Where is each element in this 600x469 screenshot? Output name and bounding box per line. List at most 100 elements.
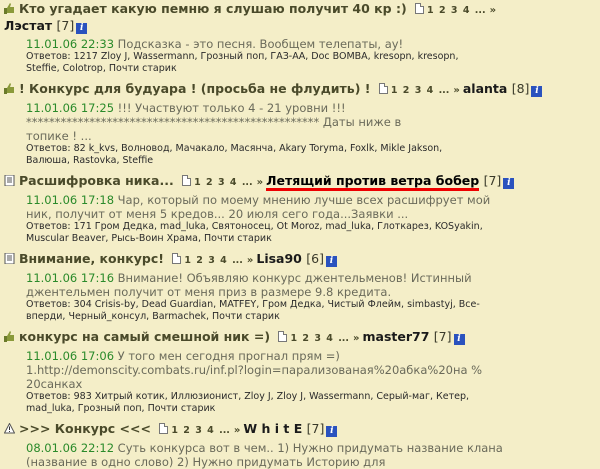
message-line: топике ! ... <box>26 129 92 143</box>
pages-nav: 1 2 3 4 ... <box>155 423 231 436</box>
topic-header: >>> Конкурс <<< 1 2 3 4 ...» W h i t E [7… <box>4 421 596 438</box>
author-link[interactable]: W h i t E <box>243 421 302 436</box>
page-link-2[interactable]: 2 <box>196 255 203 266</box>
topic-title-link[interactable]: >>> Конкурс <<< <box>19 421 151 436</box>
info-icon[interactable]: i <box>531 86 543 97</box>
page-link-more[interactable]: ... <box>232 255 243 266</box>
page-link-3[interactable]: 3 <box>415 85 422 96</box>
page-link-1[interactable]: 1 <box>194 177 201 188</box>
topic-message: 11.01.06 17:16 Внимание! Объявляю конкур… <box>4 268 596 299</box>
pages-nav: 1 2 3 4 ... <box>168 253 244 266</box>
author-link[interactable]: Lisa90 <box>256 251 302 266</box>
topic-date: 11.01.06 17:18 <box>26 193 115 207</box>
answers-names-2: вперди, Черный_консул, Barmachek, Почти … <box>26 311 280 322</box>
page-link-2[interactable]: 2 <box>403 85 410 96</box>
message-line: У того мен сегодня прогнал прям =) <box>117 349 340 363</box>
topic-title-link[interactable]: конкурс на самый смешной ник =) <box>19 329 270 344</box>
page-link-4[interactable]: 4 <box>207 425 214 436</box>
page-link-2[interactable]: 2 <box>439 5 446 16</box>
topic-date: 11.01.06 17:06 <box>26 349 115 363</box>
author-link[interactable]: alanta <box>463 81 507 96</box>
arrow-icon: » <box>453 85 460 96</box>
answers-names: Crisis-by, Dead Guardian, MATFEY, Гром Д… <box>94 299 480 310</box>
page-link-3[interactable]: 3 <box>451 5 458 16</box>
answers-names-2: Steffie, Colotrop, Почти старик <box>26 63 177 74</box>
author-link[interactable]: master77 <box>363 329 430 344</box>
doc-icon <box>4 175 15 186</box>
doc-icon <box>4 253 15 264</box>
pages-icon <box>172 253 182 264</box>
topic-title-link[interactable]: Кто угадает какую пемню я слушаю получит… <box>19 1 407 16</box>
page-link-1[interactable]: 1 <box>290 333 297 344</box>
page-link-more[interactable]: ... <box>242 177 253 188</box>
arrow-icon: » <box>246 255 254 266</box>
topic-author-line: Лэстат [7] i <box>4 18 596 34</box>
message-line: !!! Участвуют только 4 - 21 уровни !!! <box>117 101 346 115</box>
answers-names-2: mad_luka, Грозный поп, Почти старик <box>26 403 216 414</box>
page-link-more[interactable]: ... <box>338 333 349 344</box>
topic-date: 11.01.06 17:16 <box>26 271 115 285</box>
page-link-more[interactable]: ... <box>219 425 230 436</box>
page-link-4[interactable]: 4 <box>427 85 434 96</box>
message-line: Чар, который по моему мнению лучше всех … <box>117 193 491 207</box>
topic-count: [7] <box>56 18 75 33</box>
topic-count: [7] <box>306 421 325 436</box>
pages-nav: 1 2 3 4 ... <box>178 175 254 188</box>
answers-names-2: Валюша, Rastovka, Steffie <box>26 155 154 166</box>
page-link-3[interactable]: 3 <box>208 255 215 266</box>
answers-names: Zloy J, Wassermann, Грозный поп, ГАЗ-АА,… <box>100 51 459 62</box>
topic-message: 08.01.06 22:12 Суть конкурса вот в чем..… <box>4 438 596 469</box>
arrow-icon: » <box>233 425 241 436</box>
page-link-3[interactable]: 3 <box>195 425 202 436</box>
arrow-icon: » <box>256 177 264 188</box>
answers: Ответов: 983 Хитрый котик, Иллюзионист, … <box>4 391 596 415</box>
page-link-1[interactable]: 1 <box>184 255 191 266</box>
topic-1: Кто угадает какую пемню я слушаю получит… <box>0 1 600 75</box>
answers-names-2: Muscular Beaver, Рысь-Воин Храма, Почти … <box>26 233 272 244</box>
topic-3: Расшифровка ника... 1 2 3 4 ...» Летящий … <box>0 173 600 245</box>
topic-title-link[interactable]: Внимание, конкурс! <box>19 251 164 266</box>
page-link-2[interactable]: 2 <box>206 177 213 188</box>
answers: Ответов: 1217 Zloy J, Wassermann, Грозны… <box>4 51 596 75</box>
pages-nav: 1 2 3 4 ... <box>375 83 451 96</box>
answers-count: Ответов: 82 <box>26 143 86 154</box>
topic-5: конкурс на самый смешной ник =) 1 2 3 4 … <box>0 329 600 415</box>
page-link-4[interactable]: 4 <box>220 255 227 266</box>
topic-header: Внимание, конкурс! 1 2 3 4 ...» Lisa90 [6… <box>4 251 596 268</box>
page-link-more[interactable]: ... <box>475 5 486 16</box>
page-link-2[interactable]: 2 <box>183 425 190 436</box>
pages-icon <box>182 175 192 186</box>
page-link-1[interactable]: 1 <box>171 425 178 436</box>
info-icon[interactable]: i <box>325 256 337 267</box>
page-link-2[interactable]: 2 <box>302 333 309 344</box>
page-link-4[interactable]: 4 <box>230 177 237 188</box>
answers: Ответов: 304 Crisis-by, Dead Guardian, M… <box>4 299 596 323</box>
topic-2: ! Конкурс для будуара ! (просьба не флуд… <box>0 81 600 167</box>
message-line: 20санках <box>26 377 83 391</box>
page-link-3[interactable]: 3 <box>218 177 225 188</box>
info-icon[interactable]: i <box>503 178 515 189</box>
page-link-1[interactable]: 1 <box>391 85 398 96</box>
answers-count: Ответов: 171 <box>26 221 92 232</box>
topic-header: Расшифровка ника... 1 2 3 4 ...» Летящий … <box>4 173 596 191</box>
page-link-more[interactable]: ... <box>439 85 450 96</box>
page-link-3[interactable]: 3 <box>314 333 321 344</box>
topic-4: Внимание, конкурс! 1 2 3 4 ...» Lisa90 [6… <box>0 251 600 323</box>
topic-date: 11.01.06 17:25 <box>26 101 115 115</box>
info-icon[interactable]: i <box>76 23 88 34</box>
info-icon[interactable]: i <box>453 334 465 345</box>
topic-message: 11.01.06 17:18 Чар, который по моему мне… <box>4 190 596 221</box>
topic-title-link[interactable]: ! Конкурс для будуара ! (просьба не флуд… <box>19 81 370 96</box>
message-line: ник, получит от меня 5 кредов... 20 июля… <box>26 207 409 221</box>
info-icon[interactable]: i <box>326 426 338 437</box>
author-link[interactable]: Лэстат <box>4 18 52 33</box>
page-link-1[interactable]: 1 <box>427 5 434 16</box>
message-line: Внимание! Объявляю конкурс джентельменов… <box>117 271 472 285</box>
page-link-4[interactable]: 4 <box>326 333 333 344</box>
author-link[interactable]: Летящий против ветра бобер <box>266 173 480 191</box>
answers-count: Ответов: 304 <box>26 299 92 310</box>
page-link-4[interactable]: 4 <box>463 5 470 16</box>
thumb-icon <box>4 83 14 94</box>
answers-count: Ответов: 983 <box>26 391 92 402</box>
topic-title-link[interactable]: Расшифровка ника... <box>19 173 174 188</box>
